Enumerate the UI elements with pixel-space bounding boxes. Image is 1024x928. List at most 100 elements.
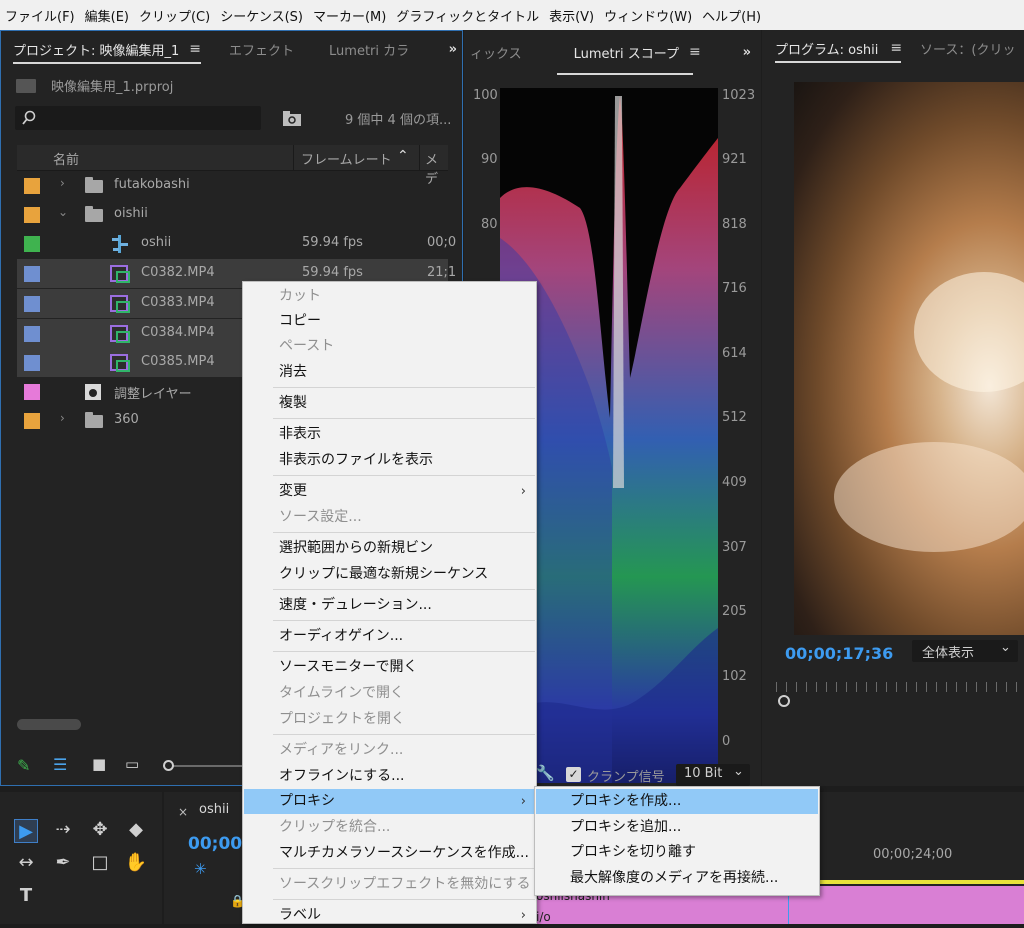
menu-item-source-settings[interactable]: ソース設定...: [244, 505, 536, 530]
menu-edit[interactable]: 編集(E): [80, 6, 134, 25]
menu-item-modify[interactable]: 変更 ›: [244, 479, 536, 504]
menu-item-create-multicam[interactable]: マルチカメラソースシーケンスを作成...: [244, 841, 536, 866]
menu-item-duplicate[interactable]: 複製: [244, 391, 536, 416]
panel-menu-icon[interactable]: ≡: [189, 41, 201, 57]
menu-item-reconnect-full-resolution[interactable]: 最大解像度のメディアを再接続...: [536, 866, 818, 891]
ripple-edit-tool-icon[interactable]: ✥: [88, 818, 112, 842]
menu-item-make-offline[interactable]: オフラインにする...: [244, 764, 536, 789]
menu-item-create-proxies[interactable]: プロキシを作成...: [536, 789, 818, 814]
label-color-swatch[interactable]: [24, 207, 40, 223]
label-color-swatch[interactable]: [24, 296, 40, 312]
track-select-tool-icon[interactable]: ⇢: [51, 818, 75, 842]
chevron-right-icon[interactable]: ›: [60, 411, 65, 425]
menu-file[interactable]: ファイル(F): [0, 6, 80, 25]
overflow-icon[interactable]: »: [449, 42, 457, 57]
playhead-timecode[interactable]: 00;00;17;36: [785, 644, 893, 663]
chevron-right-icon[interactable]: ›: [60, 176, 65, 190]
freeform-view-icon[interactable]: ▭: [125, 755, 139, 773]
slip-tool-icon[interactable]: ↔: [14, 851, 38, 875]
label-color-swatch[interactable]: [24, 384, 40, 400]
bit-depth-select[interactable]: 10 Bit ⌄: [676, 764, 750, 786]
menu-item-consolidate-clips[interactable]: クリップを統合...: [244, 815, 536, 840]
menu-sequence[interactable]: シーケンス(S): [215, 6, 308, 25]
zoom-slider[interactable]: [163, 760, 243, 771]
tab-program[interactable]: プログラム: oshii: [775, 39, 878, 58]
menu-item-hide[interactable]: 非表示: [244, 422, 536, 447]
menu-item-clear[interactable]: 消去: [244, 360, 536, 385]
timeline-ruler-bar[interactable]: [814, 880, 1024, 884]
rectangle-tool-icon[interactable]: □: [88, 851, 112, 875]
tab-graphics[interactable]: ィックス: [470, 43, 522, 62]
label-color-swatch[interactable]: [24, 236, 40, 252]
menu-item-open-in-source-monitor[interactable]: ソースモニターで開く: [244, 655, 536, 680]
tab-project[interactable]: プロジェクト: 映像編集用_1: [13, 40, 179, 59]
zoom-level-select[interactable]: 全体表示 ⌄: [912, 640, 1018, 662]
snap-icon[interactable]: ✳: [194, 860, 207, 878]
menu-window[interactable]: ウィンドウ(W): [599, 6, 697, 25]
menu-separator: [273, 475, 535, 476]
program-time-ruler[interactable]: [776, 682, 1024, 692]
tab-lumetri-color[interactable]: Lumetri カラ: [329, 40, 409, 59]
hand-tool-icon[interactable]: ✋: [124, 851, 148, 875]
razor-tool-icon[interactable]: ◆: [124, 818, 148, 842]
selection-tool-icon[interactable]: ▶: [14, 819, 38, 843]
menu-item-speed-duration[interactable]: 速度・デュレーション...: [244, 593, 536, 618]
menu-item-label-color[interactable]: ラベル ›: [244, 903, 536, 928]
tab-sequence[interactable]: oshii: [199, 802, 229, 817]
menu-item-open-in-timeline[interactable]: タイムラインで開く: [244, 681, 536, 706]
menu-item-new-bin-from-selection[interactable]: 選択範囲からの新規ビン: [244, 536, 536, 561]
list-view-icon[interactable]: ☰: [53, 755, 67, 774]
timeline-timecode[interactable]: 00;00;: [188, 834, 249, 854]
menu-item-link-media[interactable]: メディアをリンク...: [244, 738, 536, 763]
clamp-checkbox[interactable]: ✓: [566, 767, 581, 782]
menu-item-label: プロキシを作成...: [570, 793, 682, 809]
label-color-swatch[interactable]: [24, 326, 40, 342]
program-video-frame[interactable]: [794, 82, 1024, 635]
pencil-icon[interactable]: ✎: [17, 756, 30, 775]
label-color-swatch[interactable]: [24, 413, 40, 429]
label-color-swatch[interactable]: [24, 355, 40, 371]
menu-clip[interactable]: クリップ(C): [134, 6, 215, 25]
pen-tool-icon[interactable]: ✒: [51, 851, 75, 875]
search-input[interactable]: [15, 106, 261, 130]
column-framerate[interactable]: フレームレート: [301, 149, 392, 168]
chevron-down-icon[interactable]: ⌄: [58, 205, 68, 219]
menu-help[interactable]: ヘルプ(H): [697, 6, 766, 25]
panel-menu-icon[interactable]: ≡: [890, 40, 902, 56]
sort-asc-icon[interactable]: ⌃: [397, 148, 409, 164]
program-scrollbar[interactable]: [778, 695, 1024, 707]
list-item[interactable]: oshii 59.94 fps 00;0: [17, 229, 456, 258]
column-name[interactable]: 名前: [53, 149, 79, 168]
menu-item-audio-gain[interactable]: オーディオゲイン...: [244, 624, 536, 649]
menu-item-proxy[interactable]: プロキシ ›: [244, 789, 536, 814]
menu-item-disable-source-effects[interactable]: ソースクリップエフェクトを無効にする: [244, 872, 536, 897]
menu-item-copy[interactable]: コピー: [244, 309, 536, 334]
menu-item-attach-proxies[interactable]: プロキシを追加...: [536, 815, 818, 840]
scrollbar-handle[interactable]: [778, 695, 790, 707]
menu-item-detach-proxies[interactable]: プロキシを切り離す: [536, 840, 818, 865]
list-item[interactable]: ⌄ oishii: [17, 200, 448, 229]
menu-item-cut[interactable]: カット: [244, 284, 536, 309]
overflow-icon[interactable]: »: [743, 45, 751, 60]
tab-effects[interactable]: エフェクト: [229, 40, 294, 59]
list-item[interactable]: › futakobashi: [17, 171, 448, 200]
new-search-bin-icon[interactable]: [282, 110, 304, 128]
menu-item-open-project[interactable]: プロジェクトを開く: [244, 707, 536, 732]
tab-lumetri-scopes[interactable]: Lumetri スコープ: [574, 43, 679, 62]
menu-view[interactable]: 表示(V): [544, 6, 599, 25]
menu-item-new-sequence-from-clip[interactable]: クリップに最適な新規シーケンス: [244, 562, 536, 587]
close-icon[interactable]: ×: [178, 805, 188, 819]
menu-item-paste[interactable]: ペースト: [244, 334, 536, 359]
menu-graphics[interactable]: グラフィックとタイトル: [391, 6, 544, 25]
icon-view-icon[interactable]: ■: [92, 755, 106, 773]
panel-menu-icon[interactable]: ≡: [689, 44, 701, 60]
wrench-icon[interactable]: 🔧: [536, 764, 555, 782]
label-color-swatch[interactable]: [24, 178, 40, 194]
menu-marker[interactable]: マーカー(M): [308, 6, 391, 25]
label-color-swatch[interactable]: [24, 266, 40, 282]
menu-item-show-hidden[interactable]: 非表示のファイルを表示: [244, 448, 536, 473]
zoom-slider-handle[interactable]: [163, 760, 174, 771]
horizontal-scrollbar[interactable]: [17, 719, 81, 730]
tab-source[interactable]: ソース：(クリッ: [920, 39, 1015, 58]
type-tool-icon[interactable]: T: [14, 884, 38, 908]
